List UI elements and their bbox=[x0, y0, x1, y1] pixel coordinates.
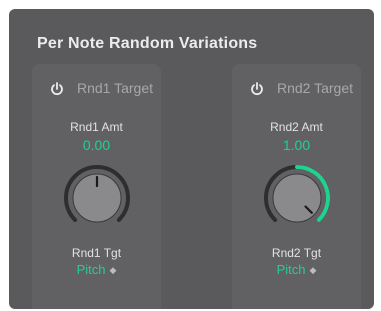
rnd1-tgt-label: Rnd1 Tgt bbox=[71, 246, 122, 260]
rnd1-panel: Rnd1 Target Rnd1 Amt 0.00 Rnd1 Tgt Pitch… bbox=[32, 64, 161, 309]
rnd1-target-header: Rnd1 Target bbox=[32, 79, 161, 97]
section-title: Per Note Random Variations bbox=[37, 35, 258, 52]
rnd2-amt-value[interactable]: 1.00 bbox=[232, 137, 361, 153]
rnd2-amt-label: Rnd2 Amt bbox=[270, 120, 323, 134]
rnd2-tgt-label: Rnd2 Tgt bbox=[271, 246, 322, 260]
knob-body bbox=[272, 173, 322, 223]
rnd1-tgt-value: Pitch bbox=[76, 262, 106, 277]
chevron-updown-icon: ◆ bbox=[309, 265, 317, 275]
rnd2-amt-knob[interactable] bbox=[263, 164, 331, 232]
power-icon[interactable] bbox=[49, 81, 65, 97]
rnd1-amt-knob[interactable] bbox=[63, 164, 131, 232]
rnd1-amt-label: Rnd1 Amt bbox=[70, 120, 123, 134]
rnd2-tgt-select[interactable]: Pitch ◆ bbox=[232, 262, 361, 277]
rnd2-tgt-value: Pitch bbox=[276, 262, 306, 277]
chevron-updown-icon: ◆ bbox=[109, 265, 117, 275]
rnd1-target-label[interactable]: Rnd1 Target bbox=[77, 80, 153, 96]
rnd1-amt-value[interactable]: 0.00 bbox=[32, 137, 161, 153]
rnd2-target-header: Rnd2 Target bbox=[232, 79, 361, 97]
rnd1-tgt-select[interactable]: Pitch ◆ bbox=[32, 262, 161, 277]
power-icon[interactable] bbox=[249, 81, 265, 97]
rnd2-panel: Rnd2 Target Rnd2 Amt 1.00 Rnd2 Tgt Pitch… bbox=[232, 64, 361, 309]
rnd2-target-label[interactable]: Rnd2 Target bbox=[277, 80, 353, 96]
